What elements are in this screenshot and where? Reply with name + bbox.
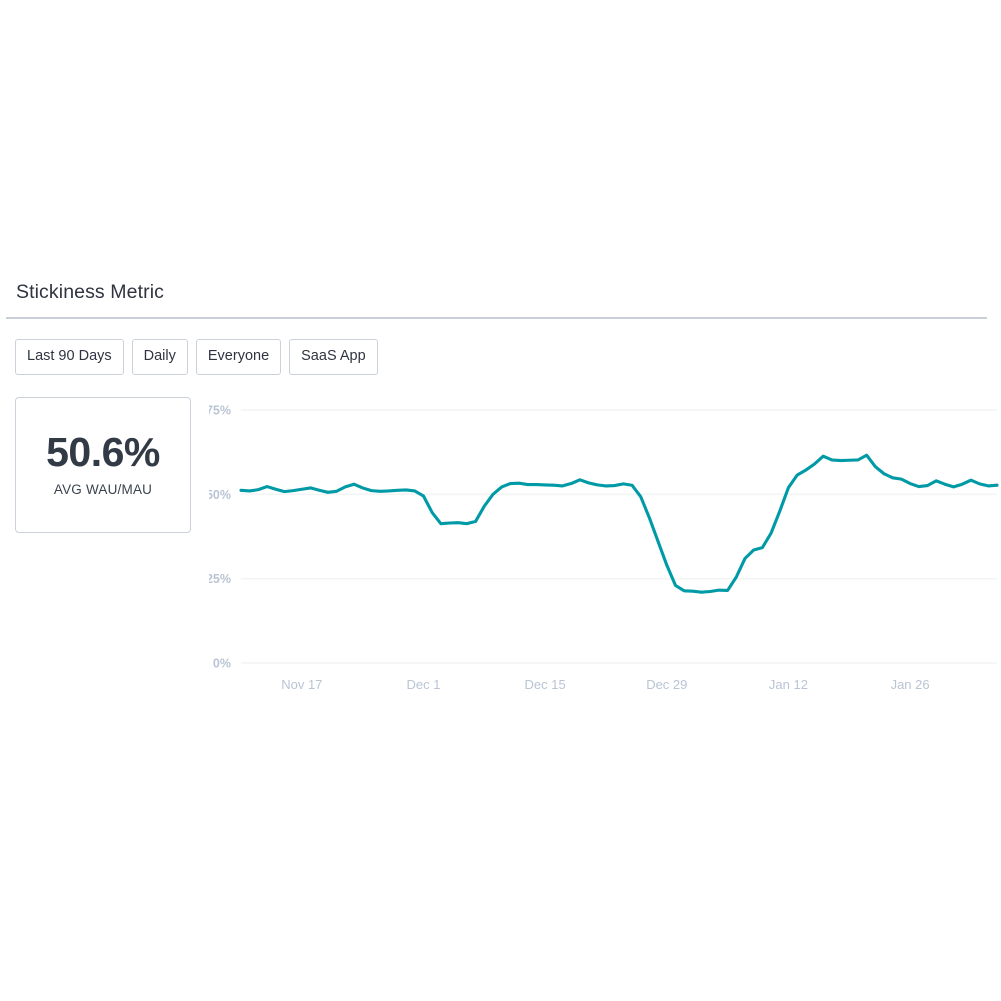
x-axis-tick-label: Nov 17: [281, 677, 322, 692]
y-axis-tick-label: 25%: [209, 572, 231, 586]
filter-granularity-button[interactable]: Daily: [131, 339, 188, 375]
y-axis-tick-label: 75%: [209, 403, 231, 417]
chart-y-axis-labels: 0% 25% 50% 75%: [209, 403, 231, 670]
summary-metric-card: 50.6% AVG WAU/MAU: [15, 396, 191, 533]
x-axis-tick-label: Dec 29: [646, 677, 687, 692]
filter-date-range-button[interactable]: Last 90 Days: [15, 339, 124, 375]
x-axis-tick-label: Dec 1: [406, 677, 440, 692]
x-axis-tick-label: Jan 12: [769, 677, 808, 692]
series-line-wau-mau: [239, 453, 999, 594]
metric-label: AVG WAU/MAU: [53, 482, 153, 497]
filter-bar: Last 90 Days Daily Everyone SaaS App: [0, 319, 1001, 375]
filter-audience-button[interactable]: Everyone: [195, 339, 282, 375]
x-axis-tick-label: Dec 15: [525, 677, 566, 692]
filter-product-button[interactable]: SaaS App: [289, 339, 378, 375]
x-axis-tick-label: Jan 26: [891, 677, 930, 692]
chart-canvas: 0% 25% 50% 75% Nov 17 Dec 1 Dec 15 Dec 29 Jan 1…: [209, 403, 999, 692]
stickiness-line-chart: 0% 25% 50% 75% Nov 17 Dec 1 Dec 15 Dec 29 Jan 1…: [209, 397, 999, 697]
chart-x-axis-labels: Nov 17 Dec 1 Dec 15 Dec 29 Jan 12 Jan 26: [281, 677, 929, 692]
y-axis-tick-label: 50%: [209, 487, 231, 501]
panel-body: 50.6% AVG WAU/MAU 0% 25% 50% 75% Nov 17 Dec …: [0, 375, 1001, 697]
stickiness-metric-panel: Stickiness Metric Last 90 Days Daily Eve…: [0, 278, 1001, 697]
chart-gridlines: [241, 408, 997, 664]
y-axis-tick-label: 0%: [213, 656, 231, 670]
screenshot-root: Stickiness Metric Last 90 Days Daily Eve…: [0, 0, 1001, 1001]
page-title: Stickiness Metric: [16, 281, 164, 303]
metric-value: 50.6%: [46, 429, 160, 475]
